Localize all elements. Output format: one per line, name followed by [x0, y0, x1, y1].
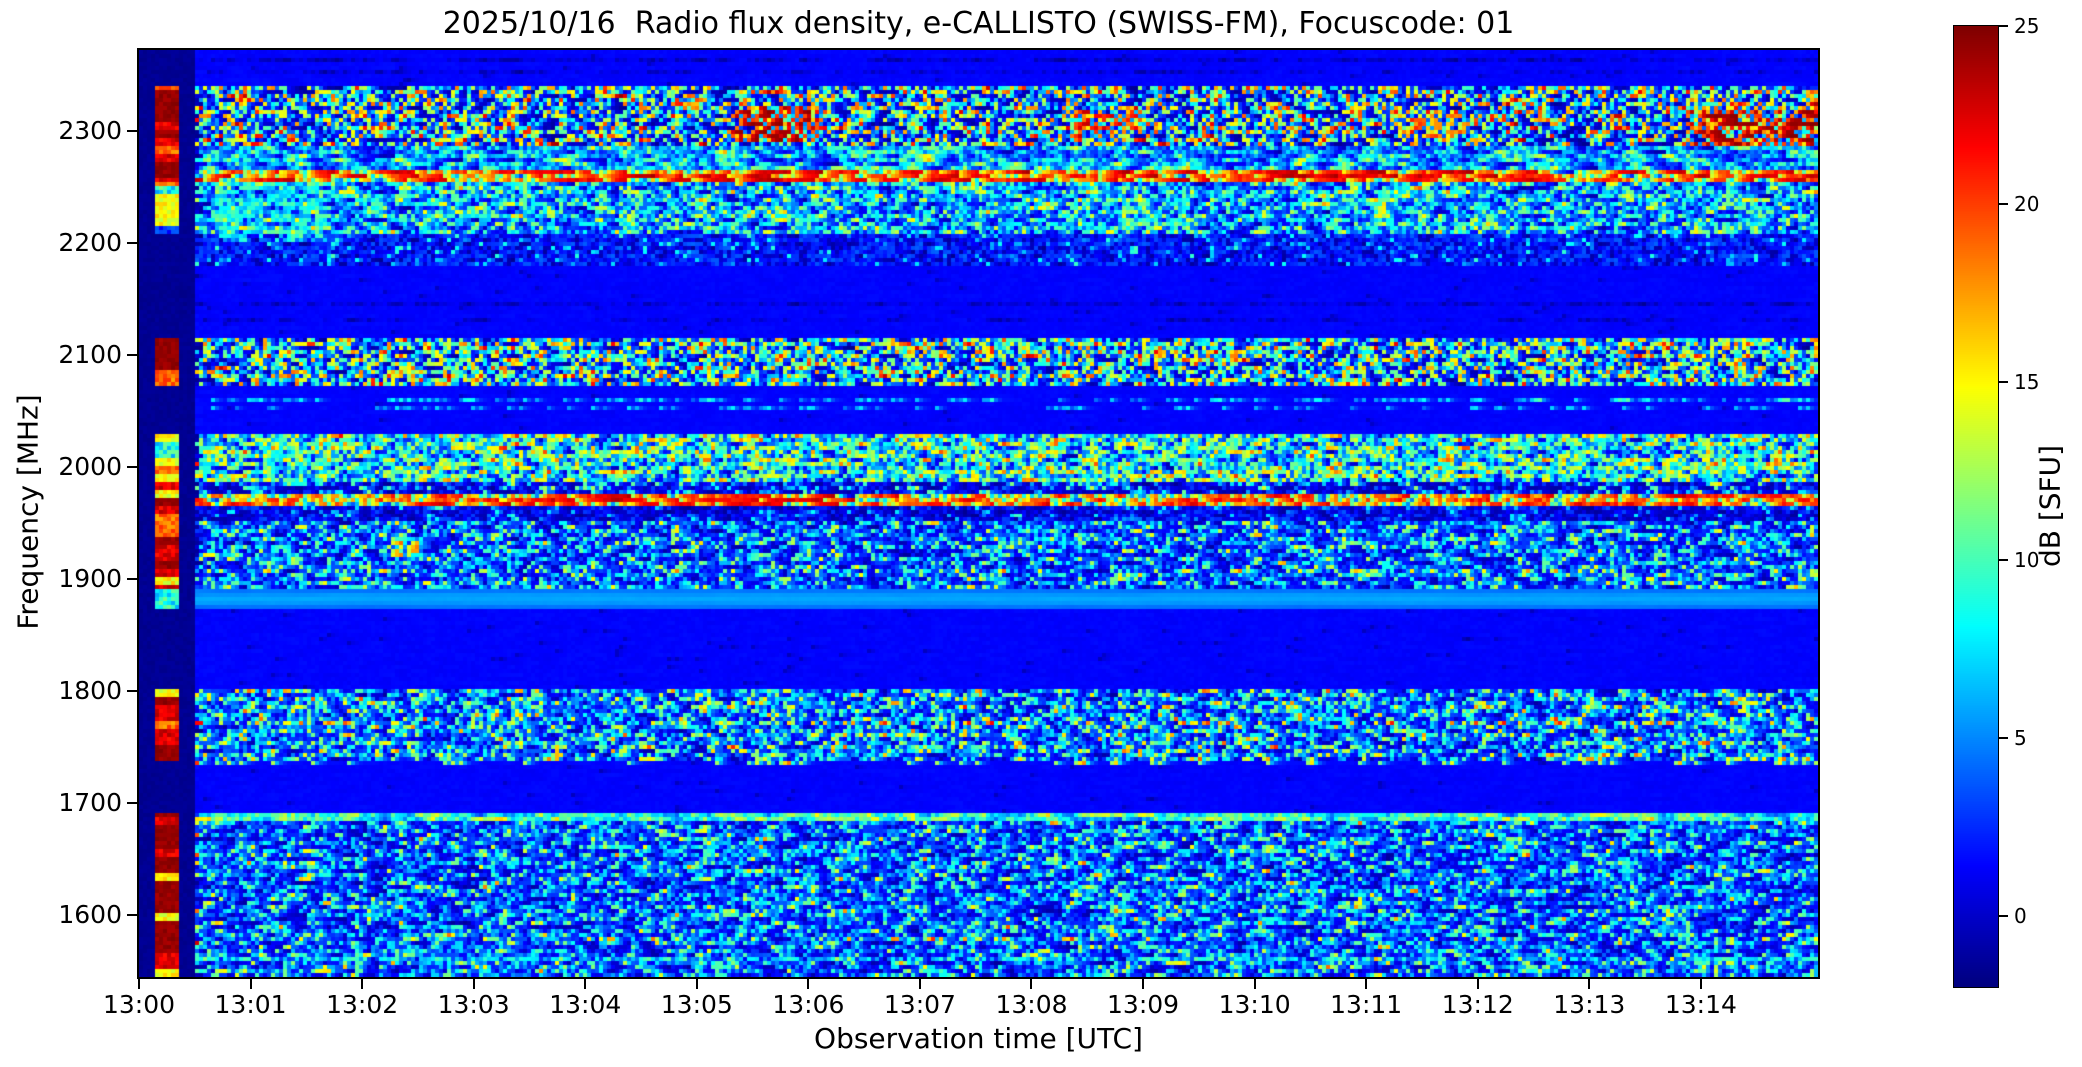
colorbar-label-text: dB [SFU]: [2033, 444, 2067, 568]
x-tick-label: 13:02: [326, 990, 399, 1019]
colorbar-tick-mark: [1999, 25, 2008, 27]
figure: 2025/10/16 Radio flux density, e-CALLIST…: [0, 0, 2082, 1067]
x-tick-mark: [695, 979, 698, 989]
x-tick-mark: [361, 979, 364, 989]
x-tick-label: 13:11: [1330, 990, 1403, 1019]
x-tick-mark: [1365, 979, 1368, 989]
y-tick-mark: [127, 914, 137, 917]
x-tick-label: 13:09: [1107, 990, 1180, 1019]
colorbar-tick-label: 0: [2014, 903, 2027, 928]
y-axis-label-text: Frequency [MHz]: [11, 394, 45, 630]
y-tick-mark: [127, 578, 137, 581]
y-tick-mark: [127, 129, 137, 132]
x-tick-label: 13:00: [102, 990, 176, 1019]
x-tick-label: 13:05: [660, 990, 733, 1019]
y-tick-mark: [127, 241, 137, 244]
x-axis-label: Observation time [UTC]: [814, 1022, 1143, 1055]
x-tick-label: 13:14: [1664, 990, 1737, 1019]
x-tick-label: 13:08: [995, 990, 1068, 1019]
x-tick-mark: [138, 979, 140, 989]
colorbar-tick-mark: [1999, 202, 2008, 205]
x-tick-label: 13:07: [883, 990, 956, 1019]
colorbar-tick-label: 5: [2014, 725, 2027, 750]
colorbar-tick-label: 20: [2014, 191, 2040, 216]
y-tick-label: 1800: [58, 676, 122, 706]
y-tick-label: 2300: [58, 115, 122, 145]
x-tick-label: 13:04: [549, 990, 622, 1019]
y-tick-label: 1900: [58, 564, 122, 594]
y-tick-label: 2000: [58, 451, 122, 481]
x-tick-mark: [1588, 979, 1591, 989]
colorbar-canvas: [1954, 26, 1998, 987]
y-tick-label: 2200: [58, 227, 122, 257]
x-tick-label: 13:10: [1218, 990, 1291, 1019]
plot-area: [137, 48, 1820, 979]
y-tick-label: 1600: [58, 900, 122, 930]
x-tick-mark: [1699, 979, 1702, 989]
x-tick-mark: [1476, 979, 1479, 989]
x-tick-mark: [249, 979, 252, 989]
y-tick-mark: [127, 465, 137, 468]
x-tick-mark: [918, 979, 921, 989]
y-tick-label: 1700: [58, 788, 122, 818]
x-tick-mark: [472, 979, 475, 989]
x-tick-label: 13:13: [1553, 990, 1626, 1019]
x-tick-mark: [1142, 979, 1145, 989]
x-tick-label: 13:01: [214, 990, 287, 1019]
chart-title: 2025/10/16 Radio flux density, e-CALLIST…: [442, 6, 1515, 41]
y-tick-mark: [127, 353, 137, 356]
colorbar-tick-mark: [1999, 558, 2008, 561]
y-tick-label: 2100: [58, 339, 122, 369]
x-tick-mark: [1253, 979, 1256, 989]
x-tick-mark: [584, 979, 587, 989]
x-tick-label: 13:06: [772, 990, 845, 1019]
x-tick-mark: [807, 979, 810, 989]
y-tick-mark: [127, 802, 137, 805]
x-tick-label: 13:03: [437, 990, 510, 1019]
colorbar-tick-mark: [1999, 736, 2008, 739]
colorbar: [1953, 25, 1999, 988]
spectrogram-canvas: [139, 50, 1818, 977]
y-tick-mark: [127, 690, 137, 693]
colorbar-tick-label: 25: [2014, 14, 2040, 38]
x-tick-label: 13:12: [1441, 990, 1514, 1019]
colorbar-tick-label: 15: [2014, 369, 2040, 394]
colorbar-tick-mark: [1999, 914, 2008, 917]
colorbar-tick-mark: [1999, 380, 2008, 383]
x-tick-mark: [1030, 979, 1033, 989]
